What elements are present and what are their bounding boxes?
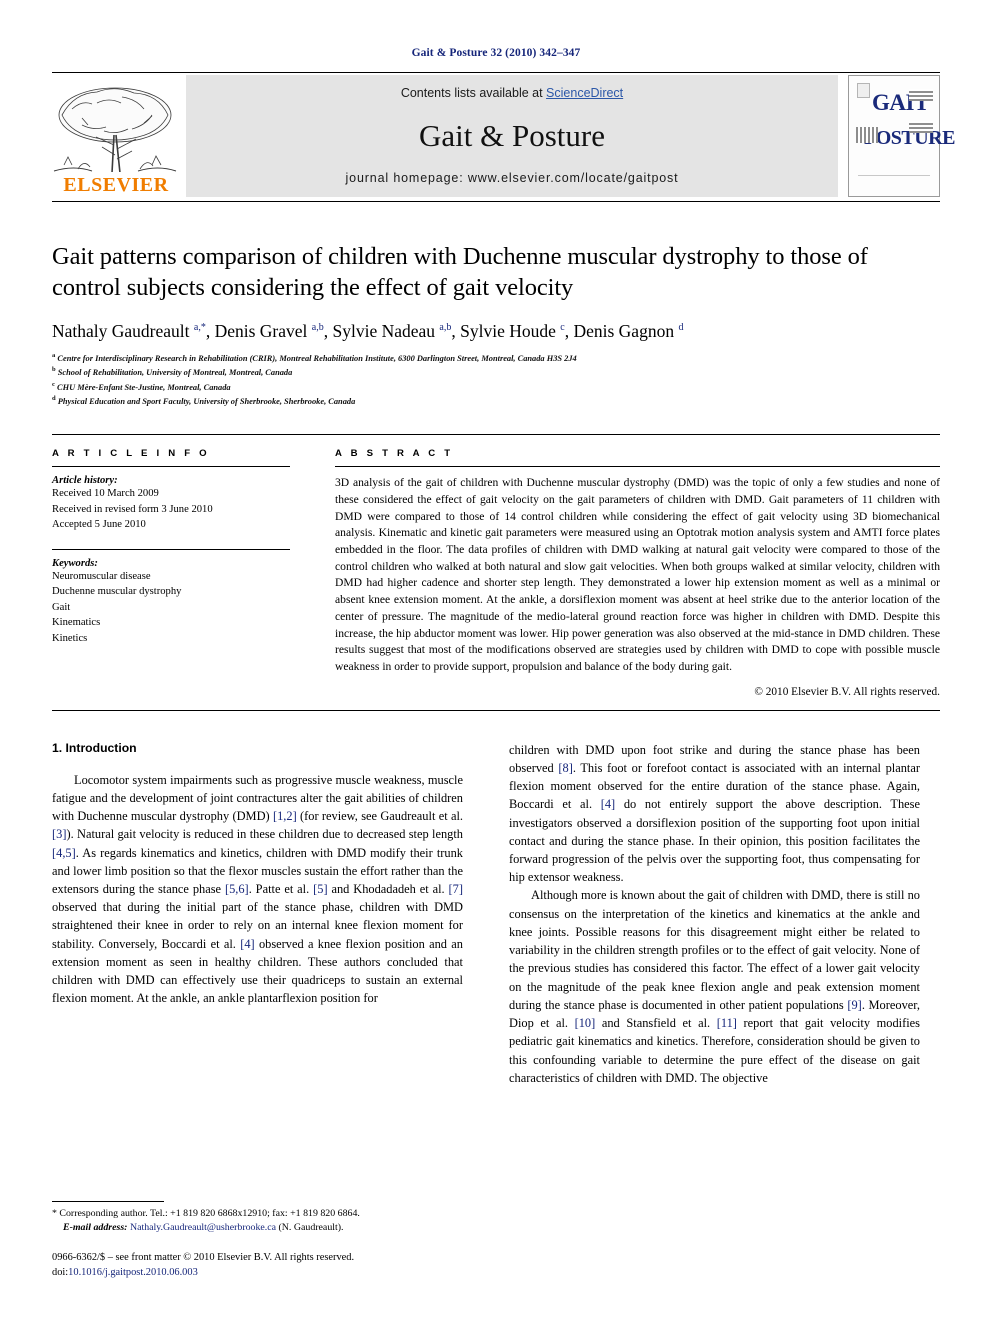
imprint-block: 0966-6362/$ – see front matter © 2010 El… [52,1251,463,1281]
article-page: Gait & Posture 32 (2010) 342–347 ELSEVIE… [0,0,992,1323]
keywords-list: Neuromuscular disease Duchenne muscular d… [52,569,290,646]
article-history-list: Received 10 March 2009 Received in revise… [52,486,290,532]
body-columns: 1. Introduction Locomotor system impairm… [52,741,940,1087]
masthead-bottom-rule [52,201,940,202]
cover-bars-mid-icon [909,121,933,133]
intro-paragraph-left: Locomotor system impairments such as pro… [52,772,464,1006]
email-suffix: (N. Gaudreault). [278,1222,344,1234]
doi-line: doi:10.1016/j.gaitpost.2010.06.003 [52,1266,463,1281]
reference-link-7[interactable]: [7] [449,882,463,896]
keyword-item: Neuromuscular disease [52,570,151,582]
keyword-item: Duchenne muscular dystrophy [52,586,182,598]
section-heading-introduction: 1. Introduction [52,740,137,755]
reference-link-4b[interactable]: [4] [601,797,615,811]
corresponding-author-note: * Corresponding author. Tel.: +1 819 820… [52,1207,360,1219]
affiliation-item: d Physical Education and Sport Faculty, … [52,394,356,406]
abstract-label: A B S T R A C T [335,448,454,460]
elsevier-wordmark: ELSEVIER [63,174,169,196]
article-history-item: Received in revised form 3 June 2010 [52,503,213,515]
contents-prefix: Contents lists available at [400,86,547,100]
email-note: E-mail address: Nathaly.Gaudreault@usher… [52,1221,463,1235]
keywords-rule [52,548,290,550]
contents-available-line: Contents lists available at ScienceDirec… [401,86,623,100]
doi-link[interactable]: 10.1016/j.gaitpost.2010.06.003 [68,1267,198,1278]
running-head: Gait & Posture 32 (2010) 342–347 [411,47,581,59]
intro-paragraph-right-1: children with DMD upon foot strike and d… [509,742,921,885]
page-title: Gait patterns comparison of children wit… [52,243,868,301]
keywords-heading: Keywords: [52,557,98,569]
cover-stamp-icon [857,83,870,98]
abstract-rule [335,466,940,468]
keyword-item: Kinematics [52,617,101,629]
reference-link-1-2[interactable]: [1,2] [273,809,297,823]
abstract-copyright: © 2010 Elsevier B.V. All rights reserved… [754,685,940,698]
journal-masthead: ELSEVIER Contents lists available at Sci… [52,75,955,197]
affiliation-list: a Centre for Interdisciplinary Research … [52,351,940,409]
cover-footer-rule [858,175,930,186]
imprint-line: 0966-6362/$ – see front matter © 2010 El… [52,1252,355,1264]
reference-link-8[interactable]: [8] [558,761,572,775]
reference-link-11[interactable]: [11] [717,1016,737,1030]
reference-link-10[interactable]: [10] [575,1016,596,1030]
reference-link-4-5[interactable]: [4,5] [52,846,76,860]
footnote-area: * Corresponding author. Tel.: +1 819 820… [52,1200,463,1281]
reference-link-5[interactable]: [5] [313,882,327,896]
email-link[interactable]: Nathaly.Gaudreault@usherbrooke.ca [130,1222,276,1233]
affiliation-item: a Centre for Interdisciplinary Research … [52,351,577,363]
abstract-bottom-rule [52,709,940,711]
masthead-top-rule [52,72,940,73]
article-history-item: Accepted 5 June 2010 [52,519,146,531]
keyword-item: Gait [52,601,71,613]
body-column-right: children with DMD upon foot strike and d… [509,741,920,1087]
affiliation-item: b School of Rehabilitation, University o… [52,366,293,377]
reference-link-9[interactable]: [9] [847,998,861,1012]
reference-link-5-6[interactable]: [5,6] [225,882,249,896]
affiliation-item: c CHU Mère-Enfant Ste-Justine, Montreal,… [52,380,231,392]
sciencedirect-link[interactable]: ScienceDirect [546,86,623,100]
article-history-heading: Article history: [52,475,118,487]
article-info-rule [52,466,290,468]
info-abstract-row: A R T I C L E I N F O Article history: R… [52,448,940,698]
article-info-column: A R T I C L E I N F O Article history: R… [52,448,290,697]
journal-title: Gait & Posture [419,118,605,153]
doi-label: doi: [52,1267,69,1279]
elsevier-tree-icon [52,87,178,175]
cover-bars-top-icon [909,89,933,101]
cover-inner: GAIT POSTURE [854,81,955,191]
footnote-rule [52,1200,164,1202]
email-label: E-mail address: [63,1222,128,1234]
journal-homepage-line[interactable]: journal homepage: www.elsevier.com/locat… [346,171,679,185]
article-info-label: A R T I C L E I N F O [52,448,210,460]
abstract-column: A B S T R A C T 3D analysis of the gait … [335,448,940,698]
cover-bars-left-icon [856,127,878,143]
body-column-left: 1. Introduction Locomotor system impairm… [52,741,463,1087]
intro-paragraph-right-2: Although more is known about the gait of… [509,888,920,1085]
reference-link-3[interactable]: [3] [52,827,66,841]
info-section-top-rule [52,434,940,436]
masthead-center-panel: Contents lists available at ScienceDirec… [186,75,838,197]
author-list: Nathaly Gaudreault a,*, Denis Gravel a,b… [52,320,684,341]
journal-cover-thumbnail[interactable]: GAIT POSTURE [848,75,955,197]
article-history-item: Received 10 March 2009 [52,488,159,500]
reference-link-4[interactable]: [4] [240,937,254,951]
abstract-text: 3D analysis of the gait of children with… [335,476,940,673]
elsevier-logo: ELSEVIER [52,75,180,197]
title-block: Gait patterns comparison of children wit… [52,242,940,408]
keywords-block: Keywords: Neuromuscular disease Duchenne … [52,548,290,646]
keyword-item: Kinetics [52,632,88,644]
